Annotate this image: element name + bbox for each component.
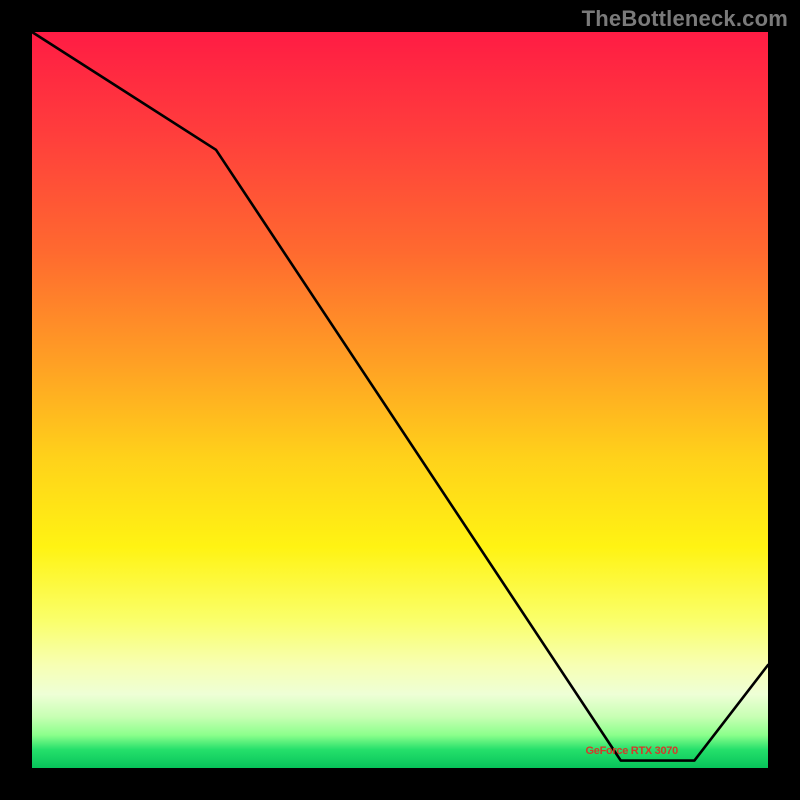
watermark-text: TheBottleneck.com bbox=[582, 6, 788, 32]
chart-line-layer bbox=[32, 32, 768, 768]
chart-series-line bbox=[32, 32, 768, 761]
chart-annotation-label: GeForce RTX 3070 bbox=[586, 745, 678, 757]
